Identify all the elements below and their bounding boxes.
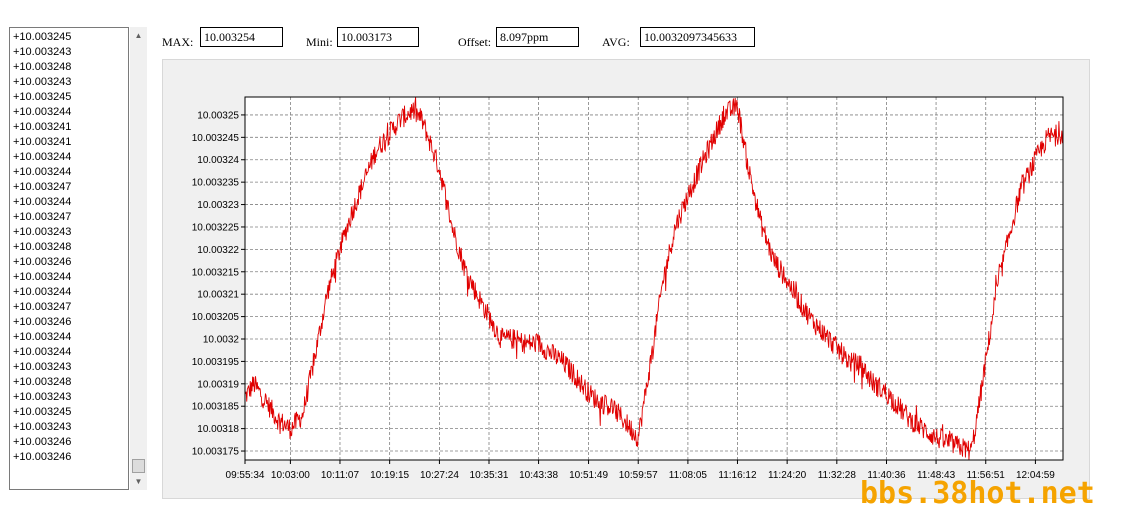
x-tick-label: 10:27:24 <box>420 470 459 481</box>
x-tick-label: 11:16:12 <box>718 470 757 481</box>
y-axis-ticks: 10.00325 10.003245 10.00324 10.003235 10.003… <box>192 110 245 458</box>
plot-background <box>245 97 1063 460</box>
y-tick-label: 10.003195 <box>192 357 240 368</box>
max-value-field[interactable]: 10.003254 <box>200 27 283 47</box>
reading-item[interactable]: +10.003247 <box>13 300 128 315</box>
reading-item[interactable]: +10.003245 <box>13 30 128 45</box>
avg-label: AVG: <box>602 35 630 49</box>
reading-item[interactable]: +10.003245 <box>13 90 128 105</box>
reading-item[interactable]: +10.003241 <box>13 120 128 135</box>
reading-item[interactable]: +10.003246 <box>13 255 128 270</box>
reading-item[interactable]: +10.003243 <box>13 420 128 435</box>
reading-item[interactable]: +10.003244 <box>13 270 128 285</box>
chart-panel: 10.00325 10.003245 10.00324 10.003235 10.003… <box>162 59 1090 499</box>
y-tick-label: 10.003235 <box>192 178 240 189</box>
offset-label: Offset: <box>458 35 492 49</box>
x-tick-label: 09:55:34 <box>226 470 265 481</box>
offset-value-field[interactable]: 8.097ppm <box>496 27 579 47</box>
avg-value-field[interactable]: 10.0032097345633 <box>640 27 755 47</box>
x-tick-label: 10:11:07 <box>321 470 360 481</box>
reading-item[interactable]: +10.003244 <box>13 195 128 210</box>
x-tick-label: 11:08:05 <box>669 470 708 481</box>
y-tick-label: 10.00323 <box>197 200 239 211</box>
readings-list-items: +10.003245 +10.003243 +10.003248 +10.003243… <box>10 28 128 465</box>
reading-item[interactable]: +10.003243 <box>13 45 128 60</box>
y-tick-label: 10.00325 <box>197 110 239 121</box>
y-tick-label: 10.003225 <box>192 222 240 233</box>
reading-item[interactable]: +10.003243 <box>13 390 128 405</box>
y-tick-label: 10.00322 <box>197 245 239 256</box>
readings-scrollbar[interactable]: ▲ ▼ <box>130 27 147 490</box>
scroll-thumb[interactable] <box>132 459 145 473</box>
reading-item[interactable]: +10.003243 <box>13 75 128 90</box>
reading-item[interactable]: +10.003246 <box>13 450 128 465</box>
reading-item[interactable]: +10.003244 <box>13 105 128 120</box>
reading-item[interactable]: +10.003243 <box>13 225 128 240</box>
x-tick-label: 10:59:57 <box>619 470 658 481</box>
reading-item[interactable]: +10.003248 <box>13 60 128 75</box>
y-tick-label: 10.003245 <box>192 133 240 144</box>
x-tick-label: 11:32:28 <box>818 470 857 481</box>
y-tick-label: 10.00318 <box>197 424 239 435</box>
reading-item[interactable]: +10.003248 <box>13 240 128 255</box>
reading-item[interactable]: +10.003248 <box>13 375 128 390</box>
reading-item[interactable]: +10.003247 <box>13 180 128 195</box>
readings-list[interactable]: +10.003245 +10.003243 +10.003248 +10.003243… <box>9 27 129 490</box>
scroll-up-arrow-icon[interactable]: ▲ <box>130 27 147 44</box>
max-label: MAX: <box>162 35 194 49</box>
reading-item[interactable]: +10.003244 <box>13 150 128 165</box>
y-tick-label: 10.0032 <box>203 335 240 346</box>
x-tick-label: 10:43:38 <box>519 470 558 481</box>
y-tick-label: 10.00319 <box>197 379 239 390</box>
reading-item[interactable]: +10.003246 <box>13 435 128 450</box>
y-tick-label: 10.00321 <box>197 290 239 301</box>
reading-item[interactable]: +10.003244 <box>13 330 128 345</box>
y-tick-label: 10.003205 <box>192 312 240 323</box>
reading-item[interactable]: +10.003247 <box>13 210 128 225</box>
reading-item[interactable]: +10.003246 <box>13 315 128 330</box>
reading-item[interactable]: +10.003244 <box>13 345 128 360</box>
x-tick-label: 10:51:49 <box>569 470 608 481</box>
reading-item[interactable]: +10.003244 <box>13 285 128 300</box>
reading-item[interactable]: +10.003241 <box>13 135 128 150</box>
chart-grid <box>244 97 1063 460</box>
min-value-field[interactable]: 10.003173 <box>337 27 419 47</box>
drift-chart: 10.00325 10.003245 10.00324 10.003235 10.003… <box>192 96 1064 481</box>
reading-item[interactable]: +10.003244 <box>13 165 128 180</box>
scroll-down-arrow-icon[interactable]: ▼ <box>130 473 147 490</box>
y-tick-label: 10.003215 <box>192 267 240 278</box>
reading-item[interactable]: +10.003243 <box>13 360 128 375</box>
watermark: bbs.38hot.net <box>860 476 1095 511</box>
x-tick-label: 10:35:31 <box>470 470 509 481</box>
min-label: Mini: <box>306 35 333 49</box>
y-tick-label: 10.003175 <box>192 447 240 458</box>
reading-item[interactable]: +10.003245 <box>13 405 128 420</box>
x-tick-label: 11:24:20 <box>768 470 807 481</box>
x-tick-label: 10:03:00 <box>271 470 310 481</box>
x-tick-label: 10:19:15 <box>370 470 409 481</box>
y-tick-label: 10.003185 <box>192 402 240 413</box>
y-tick-label: 10.00324 <box>197 155 239 166</box>
